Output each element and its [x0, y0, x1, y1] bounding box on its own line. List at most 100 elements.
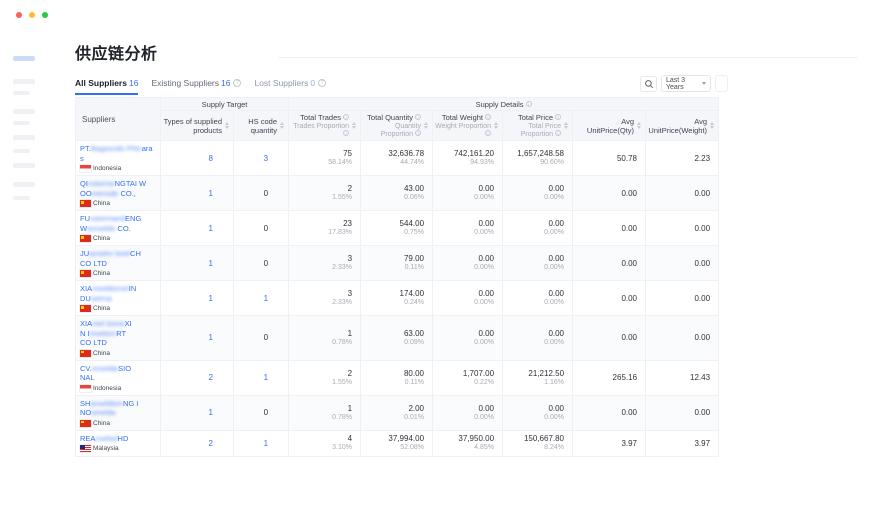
sidebar-skeleton-item[interactable]	[13, 149, 30, 153]
hs-code-quantity-value[interactable]: 1	[264, 294, 268, 303]
table-row[interactable]: REAnselodHD Malaysia 2 1 4 3.10% 37,994.0…	[75, 429, 720, 457]
types-of-products-value[interactable]: 1	[209, 333, 213, 342]
sort-icon[interactable]	[424, 121, 429, 130]
tab-lost-suppliers[interactable]: Lost Suppliers 0 ?	[254, 78, 327, 93]
table-row[interactable]: XIAmseldornelIN DUsetrna China 1 1 3 2.33%…	[75, 280, 720, 316]
supplier-name-link[interactable]: JUanselm torelCH CO LTD	[80, 249, 156, 268]
total-weight-value: 0.00	[478, 289, 495, 298]
tab-all-suppliers[interactable]: All Suppliers 16	[75, 78, 139, 95]
avg-unitprice-qty-value: 0.00	[621, 333, 638, 343]
table-row[interactable]: SHanseldomNG I NOsmelda China 1 0 1 0.78% …	[75, 394, 720, 431]
hs-code-quantity-value[interactable]: 1	[264, 439, 268, 448]
sidebar-skeleton-item[interactable]	[13, 109, 35, 114]
sort-icon[interactable]	[225, 121, 229, 130]
info-icon[interactable]: i	[343, 113, 350, 120]
date-range-select[interactable]: Last 3 Years	[661, 75, 711, 92]
sidebar-skeleton-item[interactable]	[13, 91, 30, 95]
table-row[interactable]: QInslormeNGTAI W OOmensdo CO., China 1 0 …	[75, 175, 720, 211]
table-row[interactable]: XIAmel tosneXI N ImselornRT CO LTD China 1…	[75, 315, 720, 361]
info-icon[interactable]: i	[415, 113, 422, 120]
supplier-name-link[interactable]: FUnslormandENG Womseldo CO.	[80, 214, 156, 233]
hs-code-quantity-value[interactable]: 0	[264, 408, 268, 417]
help-icon[interactable]: ?	[233, 79, 242, 87]
table-row[interactable]: JUanselm torelCH CO LTD China 1 0 3 2.33% …	[75, 245, 720, 281]
supplier-name-link[interactable]: XIAmseldornelIN DUsetrna	[80, 284, 156, 303]
table-row[interactable]: PT.Bagesndo Phinara s Indonesia 8 3 75 58.…	[75, 140, 720, 176]
sort-icon[interactable]	[710, 121, 715, 130]
column-header-total-weight[interactable]: Total Weight i Weight Proportioni	[432, 110, 504, 141]
table-row[interactable]: CV.onseldaSIO NAL Indonesia 2 1 2 1.55% 80…	[75, 359, 720, 396]
trades-proportion: 2.33%	[332, 264, 353, 271]
sidebar-skeleton-item[interactable]	[13, 135, 35, 140]
sidebar-active-item[interactable]	[13, 56, 35, 61]
hs-code-quantity-value[interactable]: 1	[264, 373, 268, 382]
help-icon[interactable]: ?	[318, 79, 327, 87]
column-header-avg-unitprice-qty[interactable]: Avg UnitPrice(Qty)	[572, 110, 647, 141]
info-icon[interactable]: i	[343, 129, 350, 136]
hs-code-quantity-value[interactable]: 0	[264, 224, 268, 233]
total-trades-value: 2	[347, 184, 353, 193]
supplier-name-link[interactable]: SHanseldomNG I NOsmelda	[80, 399, 156, 418]
supplier-name-link[interactable]: XIAmel tosneXI N ImselornRT CO LTD	[80, 319, 156, 348]
tab-existing-suppliers[interactable]: Existing Suppliers 16 ?	[151, 78, 242, 93]
types-of-products-value[interactable]: 1	[209, 294, 213, 303]
hs-code-quantity-value[interactable]: 0	[264, 259, 268, 268]
price-proportion: 90.60%	[540, 159, 565, 166]
sort-icon[interactable]	[352, 121, 357, 130]
total-quantity-value: 63.00	[403, 328, 425, 338]
total-weight-value: 1,707.00	[462, 368, 495, 378]
types-of-products-value[interactable]: 1	[209, 408, 213, 417]
hs-code-quantity-value[interactable]: 0	[264, 189, 268, 198]
info-icon[interactable]: i	[555, 129, 562, 136]
column-header-total-quantity[interactable]: Total Quantity i Quantity Proportion i	[360, 110, 434, 141]
supplier-name-link[interactable]: CV.onseldaSIO NAL	[80, 364, 156, 383]
sidebar-skeleton-item[interactable]	[13, 121, 30, 125]
types-of-products-value[interactable]: 1	[209, 189, 213, 198]
types-of-products-value[interactable]: 2	[209, 439, 213, 448]
country-name: China	[93, 200, 110, 207]
sort-icon[interactable]	[564, 121, 569, 130]
sidebar-skeleton-item[interactable]	[13, 196, 30, 200]
sort-icon[interactable]	[494, 121, 499, 130]
column-header-total-trades[interactable]: Total Trades i Trades Proportioni	[288, 110, 362, 141]
supplier-name-link[interactable]: PT.Bagesndo Phinara s	[80, 144, 156, 163]
zoom-window-icon[interactable]	[42, 12, 48, 18]
search-button[interactable]	[640, 76, 657, 92]
hs-code-quantity-value[interactable]: 3	[264, 154, 268, 163]
info-icon[interactable]: i	[525, 100, 532, 107]
column-header-suppliers[interactable]: Suppliers	[75, 97, 161, 141]
supplier-name-link[interactable]: QInslormeNGTAI W OOmensdo CO.,	[80, 179, 156, 198]
sidebar-skeleton-item[interactable]	[13, 79, 35, 84]
types-of-products-value[interactable]: 1	[209, 224, 213, 233]
hs-code-quantity-value[interactable]: 0	[264, 333, 268, 342]
total-price-value: 1,657,248.58	[517, 149, 565, 158]
sidebar-skeleton-item[interactable]	[13, 163, 35, 168]
country-flag-icon	[80, 384, 91, 392]
total-trades-value: 1	[347, 328, 353, 338]
table-row[interactable]: FUnslormandENG Womseldo CO. China 1 0 23 1…	[75, 210, 720, 246]
types-of-products-value[interactable]: 2	[209, 373, 213, 382]
more-options-button[interactable]	[715, 75, 728, 92]
total-quantity-value: 37,994.00	[388, 434, 425, 443]
total-weight-value: 37,950.00	[458, 434, 495, 443]
sort-icon[interactable]	[280, 121, 285, 130]
types-of-products-value[interactable]: 1	[209, 259, 213, 268]
info-icon[interactable]: i	[415, 129, 422, 136]
sort-icon[interactable]	[637, 121, 642, 130]
close-window-icon[interactable]	[16, 12, 22, 18]
column-header-avg-unitprice-weight[interactable]: Avg UnitPrice(Weight)	[645, 110, 720, 141]
info-icon[interactable]: i	[485, 129, 492, 136]
column-header-types-of-products[interactable]: Types of supplied products	[160, 110, 234, 141]
info-icon[interactable]: i	[485, 113, 492, 120]
minimize-window-icon[interactable]	[29, 12, 35, 18]
column-header-total-price[interactable]: Total Price i Total Price Proportion i	[502, 110, 574, 141]
quantity-proportion: 0.09%	[404, 338, 425, 346]
tab-label: Lost Suppliers	[254, 78, 309, 88]
sidebar-skeleton-item[interactable]	[13, 182, 35, 187]
supplier-name-link[interactable]: REAnselodHD	[80, 434, 156, 444]
quantity-proportion: 0.06%	[404, 194, 425, 201]
info-icon[interactable]: i	[555, 113, 562, 120]
column-header-hs-code-quantity[interactable]: HS code quantity	[232, 110, 290, 141]
types-of-products-value[interactable]: 8	[209, 154, 213, 163]
weight-proportion: 0.00%	[474, 264, 495, 271]
